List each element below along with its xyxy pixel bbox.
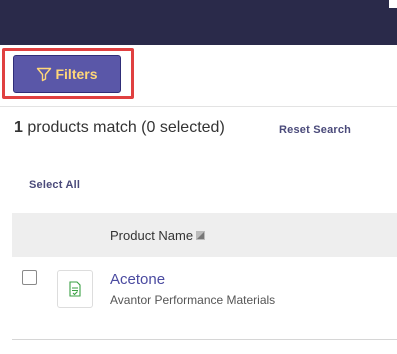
sds-document-icon	[69, 281, 81, 297]
top-navigation-bar	[0, 0, 397, 45]
results-summary-text: products match (0 selected)	[22, 119, 225, 136]
row-checkbox[interactable]	[22, 270, 37, 285]
product-manufacturer: Avantor Performance Materials	[110, 293, 276, 307]
product-name-link[interactable]: Acetone	[110, 271, 165, 288]
select-all-link[interactable]: Select All	[29, 179, 80, 191]
sort-icon	[196, 231, 206, 240]
row-divider	[12, 339, 397, 340]
reset-search-link[interactable]: Reset Search	[279, 124, 351, 136]
funnel-icon	[37, 67, 52, 82]
results-summary: 1 products match (0 selected)	[14, 119, 225, 137]
filters-button-label: Filters	[55, 66, 98, 82]
product-thumbnail[interactable]	[57, 270, 93, 308]
filters-button[interactable]: Filters	[13, 55, 121, 93]
column-header-product-name[interactable]: Product Name	[110, 228, 206, 243]
column-header-label: Product Name	[110, 228, 194, 243]
results-count: 1	[14, 119, 23, 136]
top-bar-corner	[389, 0, 397, 8]
